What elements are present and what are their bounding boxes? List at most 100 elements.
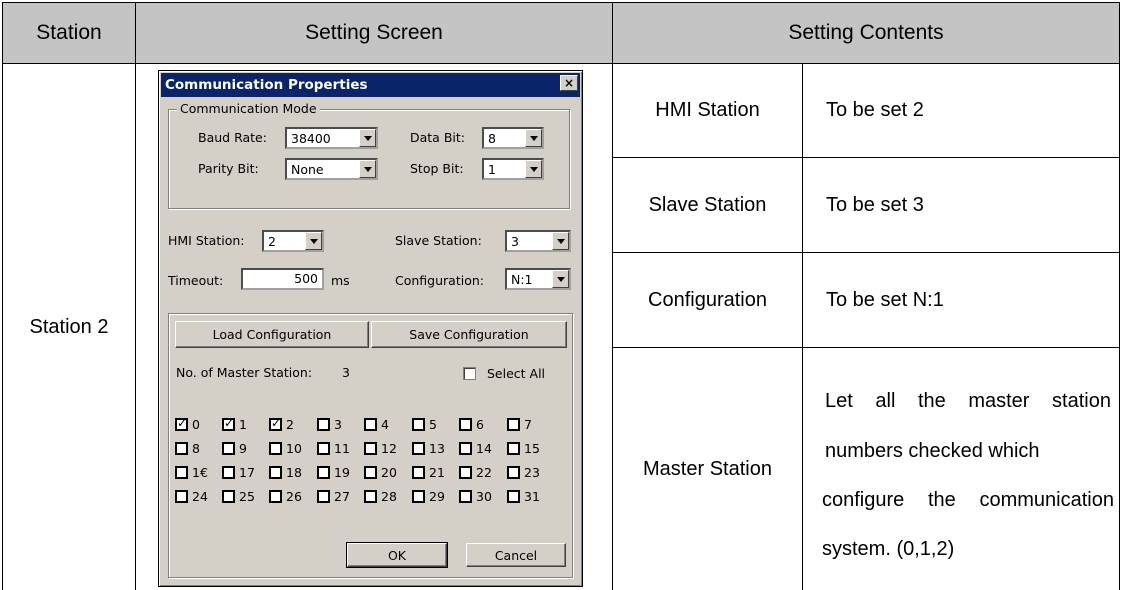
station-checkbox-label: 4 (381, 417, 389, 432)
station-checkbox[interactable] (269, 466, 282, 479)
station-checkbox[interactable] (507, 466, 520, 479)
station-checkbox-label: 31 (524, 489, 540, 504)
row-master-station-item: Master Station (643, 457, 772, 480)
row-configuration-content: To be set N:1 (826, 288, 944, 311)
station-checkbox[interactable] (459, 442, 472, 455)
station-checkbox[interactable] (269, 442, 282, 455)
row-slave-station-content: To be set 3 (826, 193, 924, 216)
station-checkbox-label: 3 (334, 417, 342, 432)
row-slave-station-item: Slave Station (648, 193, 767, 216)
header-setting-contents: Setting Contents (788, 21, 944, 44)
station-checkbox[interactable] (412, 490, 425, 503)
station-checkbox[interactable] (317, 418, 330, 431)
data-bit-label: Data Bit: (410, 130, 465, 145)
chevron-down-icon[interactable] (552, 232, 569, 250)
station-checkbox[interactable] (364, 442, 377, 455)
save-configuration-button[interactable]: Save Configuration (371, 321, 567, 348)
baud-rate-select[interactable]: 38400 (285, 127, 378, 149)
load-configuration-button[interactable]: Load Configuration (175, 321, 369, 348)
word: communication (979, 489, 1114, 511)
station-checkbox[interactable] (175, 466, 188, 479)
station-checkbox-label: 9 (239, 441, 247, 456)
word: configure (822, 489, 905, 511)
parity-bit-select[interactable]: None (285, 158, 378, 180)
station-checkbox-label: 18 (286, 465, 302, 480)
col-divider-3 (802, 64, 803, 590)
station-checkbox[interactable] (317, 466, 330, 479)
station-checkbox-label: 8 (192, 441, 200, 456)
station-checkbox[interactable] (459, 418, 472, 431)
chevron-down-icon[interactable] (525, 160, 542, 178)
station-checkbox-label: 0 (192, 417, 200, 432)
hmi-station-select[interactable]: 2 (262, 230, 324, 252)
chevron-down-icon[interactable] (552, 270, 569, 288)
parity-bit-label: Parity Bit: (198, 161, 259, 176)
dialog-title-bar[interactable]: Communication Properties (161, 73, 580, 97)
ok-button[interactable]: OK (346, 542, 448, 568)
station-checkbox-label: 23 (524, 465, 540, 480)
stop-bit-label: Stop Bit: (410, 161, 464, 176)
station-checkbox[interactable] (412, 418, 425, 431)
chevron-down-icon[interactable] (525, 129, 542, 147)
station-checkbox[interactable] (222, 416, 235, 431)
timeout-unit: ms (331, 273, 350, 288)
station-checkbox[interactable] (175, 490, 188, 503)
station-checkbox-label: 24 (192, 489, 208, 504)
station-checkbox[interactable] (507, 490, 520, 503)
timeout-input[interactable]: 500 (241, 268, 324, 290)
master-count-label: No. of Master Station: (176, 365, 313, 380)
slave-station-value: 3 (511, 234, 519, 249)
row-hmi-station-item: HMI Station (655, 99, 760, 121)
col-divider-1 (135, 2, 136, 590)
station-checkbox[interactable] (222, 442, 235, 455)
station-checkbox[interactable] (364, 418, 377, 431)
chevron-down-icon[interactable] (305, 232, 322, 250)
station-checkbox[interactable] (459, 490, 472, 503)
stop-bit-select[interactable]: 1 (482, 158, 544, 180)
table-border-right (1119, 2, 1120, 590)
station-checkbox[interactable] (222, 490, 235, 503)
station-checkbox[interactable] (269, 490, 282, 503)
cancel-button[interactable]: Cancel (466, 543, 566, 567)
station-checkbox-label: 5 (429, 417, 437, 432)
station-checkbox-label: 28 (381, 489, 397, 504)
configuration-select[interactable]: N:1 (505, 268, 571, 290)
data-bit-value: 8 (488, 131, 496, 146)
slave-station-select[interactable]: 3 (505, 230, 571, 252)
station-checkbox[interactable] (222, 466, 235, 479)
master-line-2: numbers checked which (825, 440, 1040, 462)
header-setting-screen: Setting Screen (305, 21, 443, 44)
slave-station-label: Slave Station: (395, 233, 482, 248)
row-hmi-station-content: To be set 2 (826, 99, 924, 121)
station-checkbox[interactable] (412, 466, 425, 479)
station-checkbox[interactable] (317, 442, 330, 455)
station-checkbox-label: 1€ (192, 465, 208, 480)
station-checkbox[interactable] (175, 416, 188, 431)
station-checkbox-label: 1 (239, 417, 247, 432)
station-checkbox-label: 26 (286, 489, 302, 504)
station-checkbox[interactable] (507, 418, 520, 431)
select-all-checkbox[interactable] (463, 367, 476, 380)
word: Let (825, 390, 853, 412)
word: master (968, 390, 1030, 412)
station-checkbox[interactable] (269, 416, 282, 431)
station-checkbox[interactable] (459, 466, 472, 479)
chevron-down-icon[interactable] (359, 129, 376, 147)
station-checkbox-label: 6 (476, 417, 484, 432)
master-station-group: Load Configuration Save Configuration No… (168, 313, 573, 578)
station-checkbox-label: 21 (429, 465, 445, 480)
station-checkbox[interactable] (317, 490, 330, 503)
data-bit-select[interactable]: 8 (482, 127, 544, 149)
station-checkbox[interactable] (175, 442, 188, 455)
communication-mode-legend: Communication Mode (177, 101, 320, 116)
hmi-station-label: HMI Station: (168, 233, 245, 248)
station-checkbox-label: 12 (381, 441, 397, 456)
close-icon[interactable]: × (560, 75, 578, 91)
master-line-1: Let all the master station (825, 390, 1111, 413)
station-checkbox[interactable] (507, 442, 520, 455)
station-checkbox[interactable] (412, 442, 425, 455)
station-checkbox-label: 11 (334, 441, 350, 456)
station-checkbox[interactable] (364, 490, 377, 503)
station-checkbox[interactable] (364, 466, 377, 479)
chevron-down-icon[interactable] (359, 160, 376, 178)
